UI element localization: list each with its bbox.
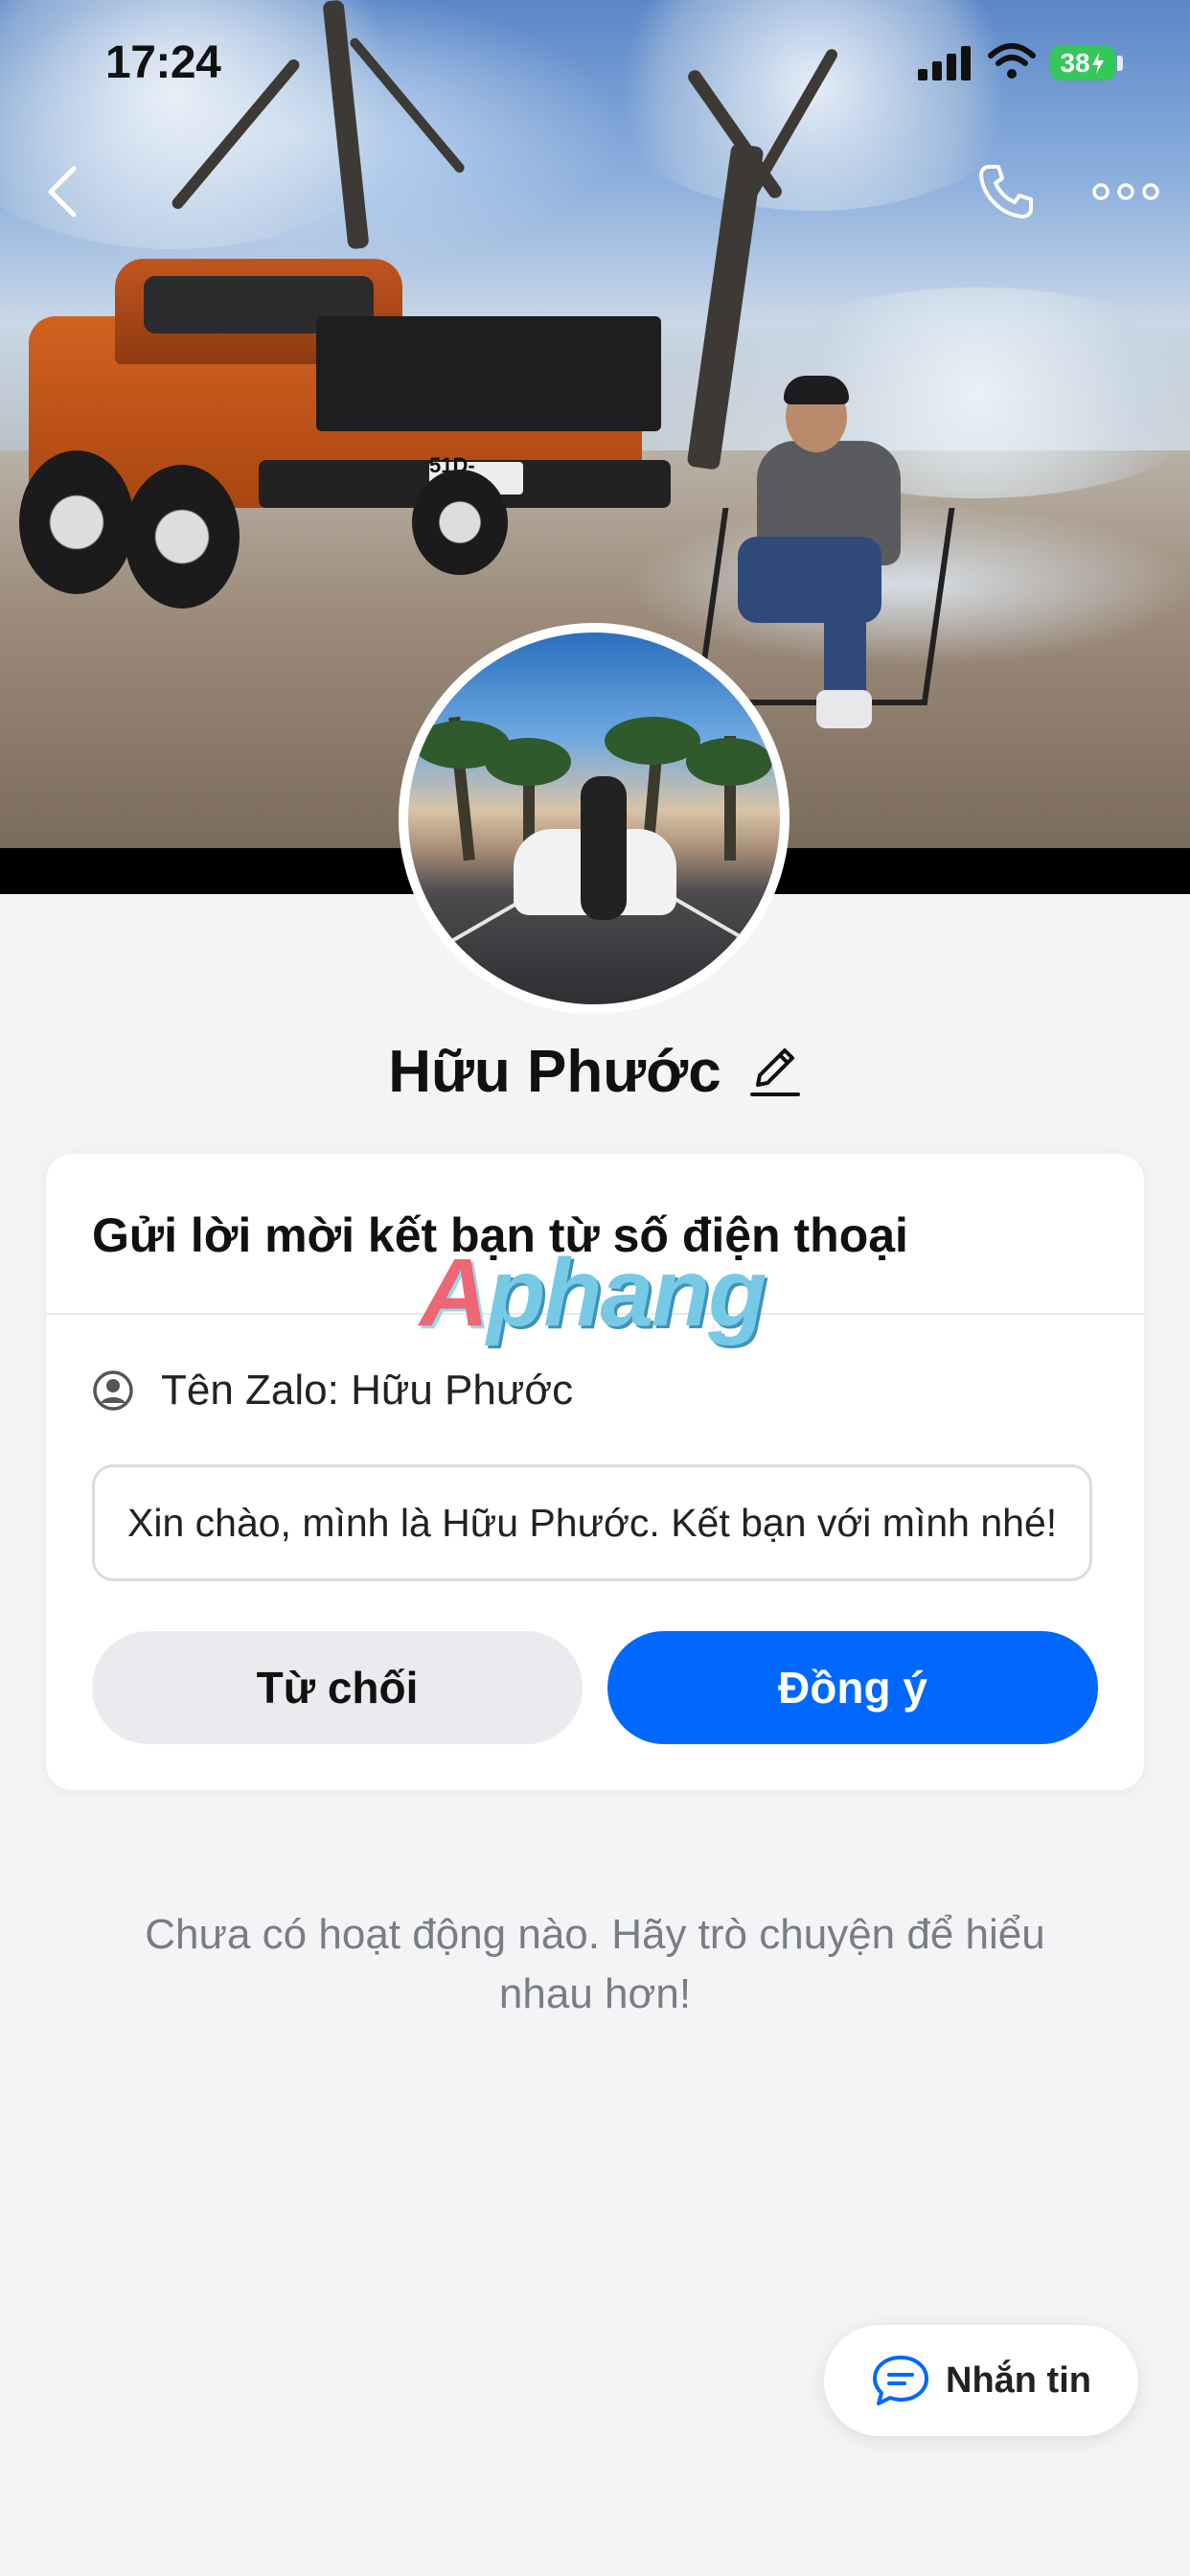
person-shoe	[816, 690, 872, 728]
zalo-name-row: Tên Zalo: Hữu Phước	[92, 1357, 573, 1424]
battery-level: 38	[1060, 48, 1090, 78]
message-button[interactable]: Nhắn tin	[824, 2325, 1138, 2436]
profile-name-row: Hữu Phước	[0, 1033, 1190, 1110]
truck-wheel	[19, 450, 134, 594]
chat-bubble-icon	[873, 2356, 928, 2405]
truck-wheel	[125, 465, 240, 609]
more-options-icon	[1092, 183, 1159, 200]
profile-avatar[interactable]	[399, 623, 790, 1014]
signal-icon	[918, 44, 975, 80]
avatar-parking-line	[664, 891, 766, 953]
watermark-initial: A	[420, 1239, 489, 1346]
truck-wheel	[412, 470, 508, 575]
avatar-photo	[408, 632, 780, 1004]
battery-charging-icon: 38	[1050, 46, 1115, 80]
avatar-palm-frond	[485, 738, 571, 786]
pickup-truck: 51D-485.10	[19, 259, 680, 609]
user-circle-icon	[93, 1370, 133, 1411]
battery-tip	[1117, 56, 1123, 71]
profile-name: Hữu Phước	[388, 1038, 721, 1105]
avatar-person	[581, 776, 627, 920]
more-options-button[interactable]	[1083, 153, 1169, 230]
call-button[interactable]	[968, 153, 1044, 230]
truck-bed	[316, 316, 661, 431]
person-hair	[784, 376, 849, 404]
invitation-message: Xin chào, mình là Hữu Phước. Kết bạn với…	[92, 1464, 1092, 1581]
phone-call-icon	[979, 165, 1033, 218]
watermark-rest: phang	[487, 1239, 767, 1346]
edit-pencil-icon[interactable]	[748, 1043, 802, 1100]
charging-bolt-icon	[1091, 53, 1104, 74]
wifi-icon	[988, 43, 1036, 79]
back-button[interactable]	[29, 153, 96, 230]
watermark-logo: Aphang	[420, 1238, 767, 1348]
avatar-palm-frond	[686, 738, 772, 786]
message-button-label: Nhắn tin	[946, 2359, 1091, 2401]
back-chevron-icon	[48, 166, 77, 218]
accept-button[interactable]: Đồng ý	[607, 1631, 1098, 1744]
empty-activity-text: Chưa có hoạt động nào. Hãy trò chuyện để…	[145, 1911, 1045, 2017]
status-bar: 17:24 38	[0, 0, 1190, 126]
zalo-name-label: Tên Zalo: Hữu Phước	[161, 1367, 574, 1414]
decline-button[interactable]: Từ chối	[92, 1631, 583, 1744]
status-time: 17:24	[105, 37, 221, 88]
seated-person	[728, 374, 920, 738]
